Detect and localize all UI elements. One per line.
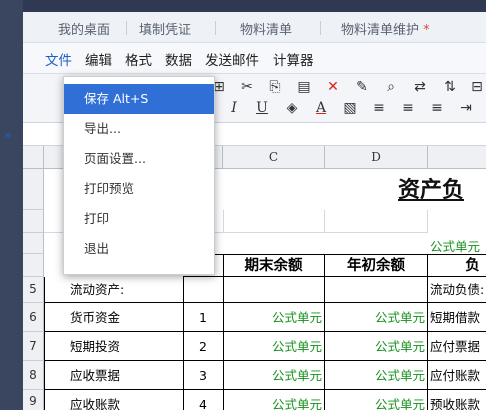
cell-begin[interactable]: 公式单元 [325, 361, 428, 390]
row-header[interactable]: 6 [23, 303, 44, 332]
align-right-icon[interactable]: ≡ [428, 99, 446, 117]
paste-icon[interactable]: ▤ [295, 78, 313, 96]
cell-end[interactable]: 公式单元 [223, 390, 325, 410]
column-header-d[interactable]: D [325, 146, 428, 169]
cell-item[interactable]: 流动资产: [44, 277, 184, 303]
row-header[interactable]: 5 [23, 277, 44, 303]
delete-icon[interactable]: ✕ [324, 78, 342, 96]
cell-right[interactable]: 流动负债: [428, 277, 486, 303]
top-strip [23, 0, 486, 12]
header-end-balance[interactable]: 期末余额 [223, 254, 325, 277]
tab-my-desktop[interactable]: 我的桌面 [58, 19, 110, 38]
border-icon[interactable]: ▧ [341, 99, 359, 117]
report-title: 资产负 [398, 177, 465, 203]
sort-icon[interactable]: ⇅ [441, 78, 459, 96]
menu-calculator[interactable]: 计算器 [273, 49, 314, 69]
find-icon[interactable]: ⌕ [382, 78, 400, 96]
cell-right[interactable]: 应付账款 [428, 361, 486, 390]
align-center-icon[interactable]: ≡ [399, 99, 417, 117]
align-left-icon[interactable]: ≡ [370, 99, 388, 117]
tab-label: 物料清单维护 [341, 23, 420, 38]
format-brush-icon[interactable]: ✎ [353, 78, 371, 96]
underline-icon[interactable]: U [253, 99, 271, 117]
cell-line-no[interactable] [183, 277, 224, 303]
menu-item-exit[interactable]: 退出 [64, 234, 214, 264]
filter-icon[interactable]: ⊟ [468, 78, 486, 96]
menu-data[interactable]: 数据 [165, 49, 192, 69]
menu-file[interactable]: 文件 [45, 49, 72, 69]
menu-item-print-preview[interactable]: 打印预览 [64, 174, 214, 204]
header-begin-balance[interactable]: 年初余额 [325, 254, 428, 277]
tab-voucher-entry[interactable]: 填制凭证 [139, 19, 191, 38]
collapse-arrow-icon[interactable]: » [4, 128, 12, 142]
cell-item[interactable]: 短期投资 [44, 332, 184, 361]
menu-edit[interactable]: 编辑 [85, 49, 112, 69]
cell-end[interactable]: 公式单元 [223, 361, 325, 390]
header-liability[interactable]: 负 [428, 254, 486, 277]
menu-item-page-setup[interactable]: 页面设置... [64, 144, 214, 174]
fill-color-icon[interactable]: ◈ [283, 99, 301, 117]
cell-end[interactable]: 公式单元 [223, 303, 325, 332]
cell-begin[interactable]: 公式单元 [325, 332, 428, 361]
menu-format[interactable]: 格式 [125, 49, 152, 69]
corner-header[interactable] [23, 146, 44, 169]
font-color-icon[interactable]: A [312, 99, 330, 117]
tab-divider [215, 21, 216, 35]
cell-begin[interactable] [325, 277, 428, 303]
row-header[interactable] [23, 169, 44, 210]
copy-icon[interactable]: ⎘ [266, 78, 284, 96]
menu-send-mail[interactable]: 发送邮件 [205, 49, 259, 69]
tab-divider [126, 21, 127, 35]
cell-item[interactable]: 应收账款 [44, 390, 184, 410]
menu-item-export[interactable]: 导出... [64, 114, 214, 144]
cell-right[interactable]: 应付票据 [428, 332, 486, 361]
cell-begin[interactable]: 公式单元 [325, 390, 428, 410]
cell-right[interactable]: 短期借款 [428, 303, 486, 332]
cell-end[interactable]: 公式单元 [223, 332, 325, 361]
row-header[interactable] [23, 233, 44, 254]
cell[interactable] [325, 210, 428, 233]
cell-item[interactable]: 应收票据 [44, 361, 184, 390]
indent-icon[interactable]: ⇥ [457, 99, 475, 117]
column-header-c[interactable]: C [223, 146, 325, 169]
menu-item-print[interactable]: 打印 [64, 204, 214, 234]
formula-cell[interactable]: 公式单元 [430, 236, 480, 255]
italic-icon[interactable]: I [225, 99, 243, 117]
row-header[interactable]: 8 [23, 361, 44, 390]
cell[interactable] [223, 210, 325, 233]
menu-item-save[interactable]: 保存 Alt+S [64, 84, 214, 114]
cell-line-no[interactable]: 4 [183, 390, 224, 410]
cell-right[interactable]: 预收账款 [428, 390, 486, 410]
row-header[interactable] [23, 210, 44, 233]
tab-bar: 我的桌面 填制凭证 物料清单 物料清单维护 * [23, 12, 486, 43]
unsaved-marker: * [423, 23, 430, 38]
cell-line-no[interactable]: 1 [183, 303, 224, 332]
cell-begin[interactable]: 公式单元 [325, 303, 428, 332]
tab-bom[interactable]: 物料清单 [240, 19, 292, 38]
cell-line-no[interactable]: 2 [183, 332, 224, 361]
left-rail: » [0, 0, 23, 410]
cell-item[interactable]: 货币资金 [44, 303, 184, 332]
replace-icon[interactable]: ⇄ [411, 78, 429, 96]
cell-end[interactable] [223, 277, 325, 303]
row-header[interactable] [23, 254, 44, 277]
column-header-e[interactable] [428, 146, 486, 169]
file-menu-dropdown: 保存 Alt+S 导出... 页面设置... 打印预览 打印 退出 [63, 76, 215, 275]
tab-divider [320, 21, 321, 35]
cut-icon[interactable]: ✂ [238, 78, 256, 96]
menu-bar: 文件 编辑 格式 数据 发送邮件 计算器 [23, 43, 486, 74]
cell-line-no[interactable]: 3 [183, 361, 224, 390]
row-header[interactable]: 7 [23, 332, 44, 361]
row-header[interactable]: 9 [23, 390, 44, 410]
app-window: 我的桌面 填制凭证 物料清单 物料清单维护 * 文件 编辑 格式 数据 发送邮件… [23, 0, 486, 410]
tab-bom-maintain[interactable]: 物料清单维护 * [341, 19, 430, 38]
